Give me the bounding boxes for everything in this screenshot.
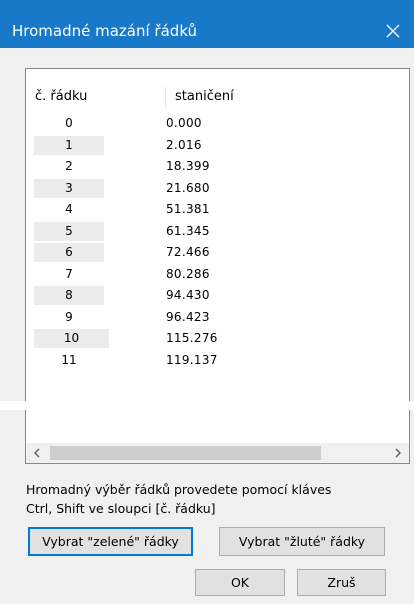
stationing-value: 115.276 [166,331,218,345]
cancel-button[interactable]: Zruš [297,569,386,596]
stationing-value: 119.137 [166,352,218,367]
row-number: 1 [65,137,73,152]
row-number: 4 [65,202,73,216]
row-number: 5 [65,223,73,238]
row-number: 2 [65,159,73,173]
table-row[interactable]: 2 18.399 [26,156,409,178]
list-white-strip [0,401,414,410]
stationing-value: 0.000 [166,116,202,130]
column-header-stationing[interactable]: staničení [175,89,234,104]
stationing-value: 18.399 [166,159,210,173]
row-number-cell[interactable]: 1 [34,135,104,155]
table-row[interactable]: 11 119.137 [26,350,409,372]
hint-text: Hromadný výběr řádků provedete pomocí kl… [26,480,331,518]
table-row[interactable]: 1 2.016 [26,135,409,157]
scroll-right-arrow-icon [395,448,401,458]
column-header-row-number[interactable]: č. řádku [35,89,87,104]
table-row[interactable]: 5 61.345 [26,221,409,243]
stationing-value: 51.381 [166,202,210,216]
table-row[interactable]: 0 0.000 [26,113,409,135]
stationing-value: 2.016 [166,137,202,152]
scrollbar-thumb[interactable] [50,446,321,460]
row-number-cell[interactable]: 10 [34,329,109,348]
list-header: č. řádku staničení [26,69,409,113]
row-number: 10 [63,331,80,345]
hint-line-2: Ctrl, Shift ve sloupci [č. řádku] [26,501,216,516]
row-number-cell[interactable]: 4 [34,200,104,219]
hint-line-1: Hromadný výběr řádků provedete pomocí kl… [26,482,332,497]
ok-button[interactable]: OK [195,569,285,596]
row-number: 9 [65,309,73,324]
table-row[interactable]: 4 51.381 [26,199,409,221]
scroll-left-button[interactable] [26,443,48,463]
stationing-value: 94.430 [166,288,210,302]
scroll-right-button[interactable] [387,443,409,463]
stationing-value: 21.680 [166,180,210,195]
row-number-cell[interactable]: 6 [34,243,104,262]
close-icon [386,24,400,38]
row-number-cell[interactable]: 8 [34,286,104,305]
row-number-cell[interactable]: 3 [34,178,104,198]
stationing-value: 96.423 [166,309,210,324]
column-separator [165,87,166,107]
select-green-rows-button[interactable]: Vybrat "zelené" řádky [28,527,193,556]
table-row[interactable]: 3 21.680 [26,178,409,200]
row-number-cell[interactable]: 11 [34,351,104,370]
row-number-cell[interactable]: 0 [34,114,104,133]
title-bar: Hromadné mazání řádků [0,0,414,48]
table-row[interactable]: 9 96.423 [26,307,409,329]
row-number: 0 [65,116,73,130]
row-number: 8 [65,288,73,302]
table-row[interactable]: 6 72.466 [26,242,409,264]
list-rows: 0 0.000 1 2.016 2 18.399 3 21.680 4 51.381 5 61.345… [26,113,409,371]
window-title: Hromadné mazání řádků [12,22,198,40]
table-row[interactable]: 8 94.430 [26,285,409,307]
stationing-value: 80.286 [166,266,210,281]
row-number: 6 [65,245,73,259]
row-number-cell[interactable]: 2 [34,157,104,176]
row-number: 7 [65,266,73,281]
horizontal-scrollbar[interactable] [26,443,409,463]
scroll-left-arrow-icon [34,448,40,458]
row-number-cell[interactable]: 5 [34,221,104,241]
table-row[interactable]: 10 115.276 [26,328,409,350]
stationing-value: 61.345 [166,223,210,238]
stationing-value: 72.466 [166,245,210,259]
select-yellow-rows-button[interactable]: Vybrat "žluté" řádky [219,527,385,556]
row-number: 3 [65,180,73,195]
row-number: 11 [61,352,77,367]
row-number-cell[interactable]: 9 [34,308,104,327]
row-number-cell[interactable]: 7 [34,265,104,284]
table-row[interactable]: 7 80.286 [26,264,409,286]
close-button[interactable] [372,14,414,48]
